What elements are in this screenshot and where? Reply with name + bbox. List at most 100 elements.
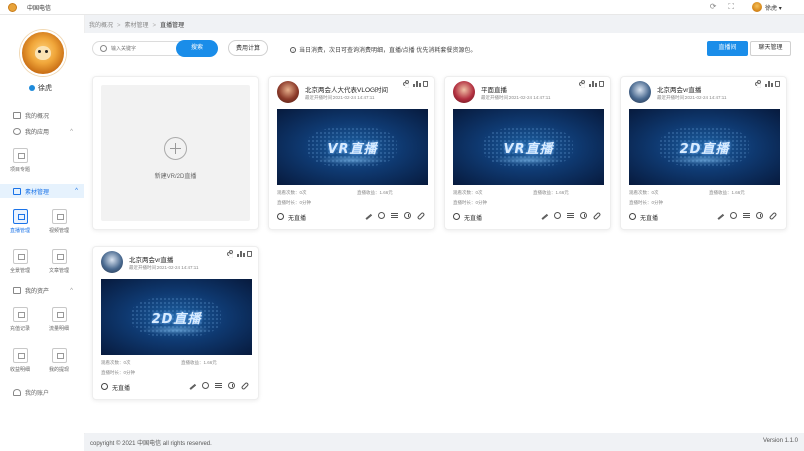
clock-icon[interactable] bbox=[580, 212, 587, 219]
edit-icon[interactable] bbox=[364, 213, 373, 220]
stats-icon[interactable] bbox=[413, 80, 421, 87]
card-time-label: 最近开播时间： bbox=[481, 95, 513, 100]
top-user-avatar[interactable] bbox=[752, 2, 762, 12]
withdraw-icon bbox=[51, 348, 67, 363]
app-logo bbox=[8, 3, 17, 12]
breadcrumb-overview[interactable]: 我的概况 bbox=[89, 23, 113, 29]
user-icon bbox=[13, 389, 21, 396]
share-icon[interactable] bbox=[755, 80, 761, 87]
card-avatar bbox=[277, 81, 299, 103]
app-icon bbox=[13, 128, 21, 135]
card-time-label: 最近开播时间： bbox=[305, 95, 337, 100]
card-income: 直播收益：1.66元 bbox=[181, 360, 217, 365]
sidebar-item-assets[interactable]: 我的资产 ^ bbox=[13, 286, 79, 295]
edit-icon[interactable] bbox=[716, 213, 725, 220]
layers-icon bbox=[13, 187, 21, 195]
share-icon[interactable] bbox=[227, 250, 233, 257]
plus-icon bbox=[164, 137, 187, 160]
stats-icon[interactable] bbox=[589, 80, 597, 87]
thumbnail-text: 2D直播 bbox=[679, 142, 730, 157]
sidebar-item-overview[interactable]: 我的概况 bbox=[13, 111, 49, 120]
clock-icon[interactable] bbox=[404, 212, 411, 219]
top-user-menu[interactable]: 徐虎 ▾ bbox=[765, 3, 782, 12]
search-button[interactable]: 搜索 bbox=[176, 40, 218, 57]
live-card[interactable]: 北京两会人大代表VLOG时间 最近开播时间： 2021-02-24 14:47:… bbox=[268, 76, 435, 230]
tab-live-room[interactable]: 直播间 bbox=[707, 41, 748, 56]
record-icon[interactable] bbox=[202, 382, 209, 389]
card-thumbnail[interactable]: VR直播 bbox=[453, 109, 604, 185]
tile-withdrawal[interactable]: 我的提现 bbox=[44, 348, 74, 373]
link-icon[interactable] bbox=[240, 381, 250, 391]
card-thumbnail[interactable]: 2D直播 bbox=[629, 109, 780, 185]
panorama-icon bbox=[12, 249, 28, 264]
stats-icon[interactable] bbox=[237, 250, 245, 257]
search-icon bbox=[100, 45, 107, 52]
tile-video-management[interactable]: 视频管理 bbox=[44, 209, 74, 234]
settings-icon[interactable] bbox=[567, 212, 574, 219]
search-input[interactable] bbox=[111, 44, 181, 53]
record-icon[interactable] bbox=[730, 212, 737, 219]
edit-icon[interactable] bbox=[188, 383, 197, 390]
new-live-card[interactable]: 新建VR/2D直播 bbox=[92, 76, 259, 230]
copyright: copyright © 2021 中国电信 all rights reserve… bbox=[90, 441, 212, 447]
live-card[interactable]: 平面直播 最近开播时间： 2021-02-24 14:47:11 VR直播 观看… bbox=[444, 76, 611, 230]
record-icon[interactable] bbox=[378, 212, 385, 219]
clock-icon[interactable] bbox=[228, 382, 235, 389]
status-icon bbox=[629, 213, 636, 220]
link-icon[interactable] bbox=[768, 211, 778, 221]
live-card[interactable]: 北京两会vr直播 最近开播时间： 2021-02-24 14:47:11 2D直… bbox=[620, 76, 787, 230]
tile-live-management[interactable]: 直播管理 bbox=[5, 209, 35, 234]
link-icon[interactable] bbox=[416, 211, 426, 221]
sidebar-item-material[interactable]: 素材管理 ^ bbox=[0, 184, 84, 198]
clock-icon[interactable] bbox=[756, 212, 763, 219]
card-time: 2021-02-24 14:47:11 bbox=[157, 265, 199, 270]
card-thumbnail[interactable]: VR直播 bbox=[277, 109, 428, 185]
record-icon[interactable] bbox=[554, 212, 561, 219]
tile-article-management[interactable]: 文章管理 bbox=[44, 249, 74, 274]
stats-icon[interactable] bbox=[765, 80, 773, 87]
fullscreen-icon[interactable]: ⛶ bbox=[728, 2, 734, 12]
edit-icon[interactable] bbox=[540, 213, 549, 220]
tile-recharge-records[interactable]: 充值记录 bbox=[5, 307, 35, 332]
link-icon[interactable] bbox=[592, 211, 602, 221]
top-user-name: 徐虎 bbox=[765, 6, 778, 12]
settings-icon[interactable] bbox=[391, 212, 398, 219]
card-time: 2021-02-24 14:47:11 bbox=[333, 95, 375, 100]
card-title: 北京两会vr直播 bbox=[657, 87, 702, 94]
settings-icon[interactable] bbox=[215, 382, 222, 389]
tile-traffic-details[interactable]: 流量明细 bbox=[44, 307, 74, 332]
tab-chat-management[interactable]: 聊天管理 bbox=[750, 41, 791, 56]
home-icon bbox=[13, 112, 21, 119]
toolbar: 搜索 费用计算 !当日消费，次日可查询消费明细，直播/点播 优先消耗套餐资源包。… bbox=[84, 33, 804, 63]
refresh-icon[interactable]: ⟳ bbox=[710, 2, 717, 12]
sidebar-item-account[interactable]: 我的账户 bbox=[13, 388, 49, 397]
status-icon bbox=[277, 213, 284, 220]
fee-calc-button[interactable]: 费用计算 bbox=[228, 40, 268, 56]
asset-icon bbox=[13, 287, 21, 294]
verified-icon bbox=[29, 85, 35, 91]
tile-income-details[interactable]: 收益明细 bbox=[5, 348, 35, 373]
article-icon bbox=[51, 249, 67, 264]
card-actions bbox=[227, 250, 252, 257]
trash-icon[interactable] bbox=[247, 251, 252, 257]
card-income: 直播收益：1.66元 bbox=[709, 190, 745, 195]
trash-icon[interactable] bbox=[775, 81, 780, 87]
sidebar-item-apps[interactable]: 我的应用 ^ bbox=[13, 127, 79, 136]
trash-icon[interactable] bbox=[599, 81, 604, 87]
card-thumbnail[interactable]: 2D直播 bbox=[101, 279, 252, 355]
settings-icon[interactable] bbox=[743, 212, 750, 219]
card-duration: 直播时长：0分钟 bbox=[629, 200, 664, 205]
live-card[interactable]: 北京两会vr直播 最近开播时间： 2021-02-24 14:47:11 2D直… bbox=[92, 246, 259, 400]
card-status: 无直播 bbox=[640, 216, 659, 222]
share-icon[interactable] bbox=[579, 80, 585, 87]
share-icon[interactable] bbox=[403, 80, 409, 87]
status-icon bbox=[101, 383, 108, 390]
card-tools bbox=[188, 381, 250, 391]
trash-icon[interactable] bbox=[423, 81, 428, 87]
tile-project-topic[interactable]: 项目专题 bbox=[5, 148, 35, 173]
breadcrumb-material[interactable]: 素材管理 bbox=[125, 23, 149, 29]
card-duration: 直播时长：0分钟 bbox=[453, 200, 488, 205]
info-icon: ! bbox=[290, 46, 296, 53]
chevron-up-icon: ^ bbox=[70, 287, 73, 294]
tile-panorama-management[interactable]: 全景管理 bbox=[5, 249, 35, 274]
